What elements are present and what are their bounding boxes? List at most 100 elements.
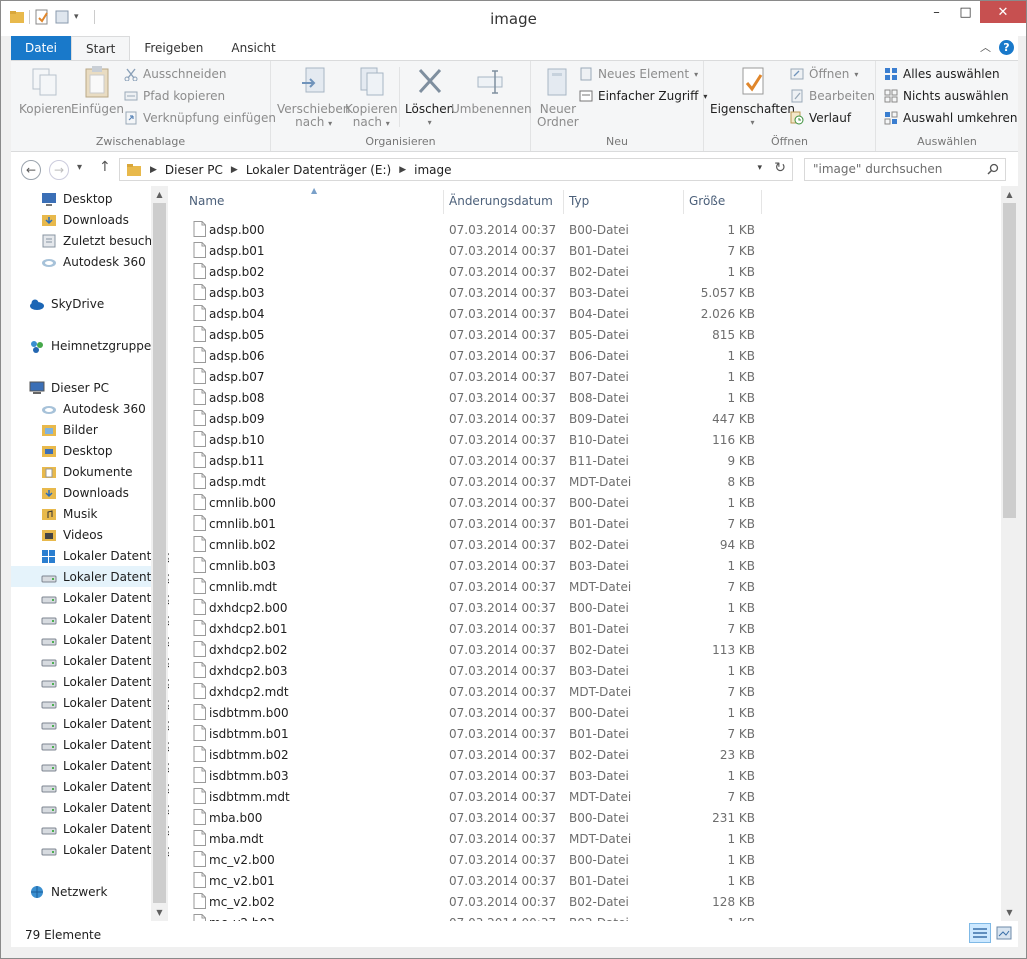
- nav-item-drive[interactable]: Lokaler Datenträger: [11, 671, 169, 692]
- file-row[interactable]: isdbtmm.b02 07.03.2014 00:37 B02-Datei 23 K…: [183, 744, 783, 765]
- forward-button[interactable]: →: [49, 160, 69, 180]
- file-row[interactable]: mc_v2.b01 07.03.2014 00:37 B01-Datei 1 KB: [183, 870, 783, 891]
- tab-ansicht[interactable]: Ansicht: [217, 36, 289, 60]
- nav-item-drive[interactable]: Lokaler Datenträger: [11, 713, 169, 734]
- file-row[interactable]: isdbtmm.mdt 07.03.2014 00:37 MDT-Datei 7 KB: [183, 786, 783, 807]
- file-row[interactable]: isdbtmm.b00 07.03.2014 00:37 B00-Datei 1 KB: [183, 702, 783, 723]
- file-row[interactable]: adsp.b08 07.03.2014 00:37 B08-Datei 1 KB: [183, 387, 783, 408]
- file-row[interactable]: adsp.b01 07.03.2014 00:37 B01-Datei 7 KB: [183, 240, 783, 261]
- file-row[interactable]: cmnlib.b03 07.03.2014 00:37 B03-Datei 1 KB: [183, 555, 783, 576]
- file-row[interactable]: cmnlib.b01 07.03.2014 00:37 B01-Datei 7 KB: [183, 513, 783, 534]
- nav-item-drive[interactable]: Lokaler Datenträger: [11, 734, 169, 755]
- copy-button[interactable]: Kopieren: [19, 65, 72, 116]
- chevron-right-icon[interactable]: ▶: [399, 165, 406, 175]
- file-row[interactable]: adsp.b11 07.03.2014 00:37 B11-Datei 9 KB: [183, 450, 783, 471]
- paste-shortcut-button[interactable]: Verknüpfung einfügen: [124, 111, 276, 125]
- nav-item-drive[interactable]: Lokaler Datenträger: [11, 797, 169, 818]
- address-bar[interactable]: ▶ Dieser PC ▶ Lokaler Datenträger (E:) ▶…: [119, 158, 793, 181]
- nav-item-this-pc[interactable]: Dieser PC: [11, 377, 151, 398]
- crumb-dieser-pc[interactable]: Dieser PC: [165, 163, 223, 177]
- file-row[interactable]: adsp.b07 07.03.2014 00:37 B07-Datei 1 KB: [183, 366, 783, 387]
- file-row[interactable]: adsp.b10 07.03.2014 00:37 B10-Datei 116 KB: [183, 429, 783, 450]
- easy-access-button[interactable]: Einfacher Zugriff ▾: [579, 89, 707, 103]
- file-row[interactable]: isdbtmm.b01 07.03.2014 00:37 B01-Datei 7 KB: [183, 723, 783, 744]
- file-row[interactable]: adsp.b00 07.03.2014 00:37 B00-Datei 1 KB: [183, 219, 783, 240]
- open-button[interactable]: Öffnen ▾: [790, 67, 858, 81]
- file-row[interactable]: dxhdcp2.b03 07.03.2014 00:37 B03-Datei 1 KB: [183, 660, 783, 681]
- file-row[interactable]: dxhdcp2.b02 07.03.2014 00:37 B02-Datei 113 …: [183, 639, 783, 660]
- new-item-button[interactable]: Neues Element ▾: [579, 67, 698, 81]
- nav-item-network[interactable]: Netzwerk: [11, 881, 151, 902]
- scroll-up-icon[interactable]: ▲: [1001, 186, 1018, 203]
- nav-item-drive[interactable]: Lokaler Datenträger: [11, 587, 169, 608]
- edit-button[interactable]: Bearbeiten: [790, 89, 875, 103]
- file-row[interactable]: adsp.b05 07.03.2014 00:37 B05-Datei 815 KB: [183, 324, 783, 345]
- file-row[interactable]: adsp.mdt 07.03.2014 00:37 MDT-Datei 8 KB: [183, 471, 783, 492]
- select-all-button[interactable]: Alles auswählen: [884, 67, 1000, 81]
- file-row[interactable]: mba.b00 07.03.2014 00:37 B00-Datei 231 KB: [183, 807, 783, 828]
- invert-selection-button[interactable]: Auswahl umkehren: [884, 111, 1017, 125]
- scroll-up-icon[interactable]: ▲: [151, 186, 168, 203]
- chevron-right-icon[interactable]: ▶: [150, 165, 157, 175]
- file-row[interactable]: mc_v2.b0307.03.2014 00:37B03-Datei1 KB: [183, 912, 783, 921]
- rename-button[interactable]: Umbenennen: [451, 65, 532, 116]
- nav-item-drive[interactable]: Lokaler Datenträger: [11, 839, 169, 860]
- column-header-type[interactable]: Typ: [569, 186, 683, 216]
- large-icons-view-button[interactable]: [993, 923, 1015, 943]
- minimize-button[interactable]: –: [922, 1, 951, 23]
- back-button[interactable]: ←: [21, 160, 41, 180]
- nav-item-downloads[interactable]: Downloads: [11, 209, 151, 230]
- nav-item-drive[interactable]: Lokaler Datenträger: [11, 566, 169, 587]
- tab-freigeben[interactable]: Freigeben: [130, 36, 217, 60]
- file-row[interactable]: dxhdcp2.b01 07.03.2014 00:37 B01-Datei 7 KB: [183, 618, 783, 639]
- nav-item-drive[interactable]: Lokaler Datenträger: [11, 776, 169, 797]
- ribbon-collapse-icon[interactable]: ︿: [980, 39, 991, 55]
- search-icon[interactable]: [987, 163, 999, 175]
- file-row[interactable]: dxhdcp2.b00 07.03.2014 00:37 B00-Datei 1 KB: [183, 597, 783, 618]
- file-row[interactable]: mba.mdt 07.03.2014 00:37 MDT-Datei 1 KB: [183, 828, 783, 849]
- nav-item-documents[interactable]: Dokumente: [11, 461, 151, 482]
- new-folder-button[interactable]: Neuer Ordner: [537, 65, 579, 129]
- navpane-scroll-thumb[interactable]: [153, 203, 166, 903]
- nav-item-homegroup[interactable]: Heimnetzgruppe: [11, 335, 151, 356]
- refresh-icon[interactable]: ↻: [774, 160, 786, 176]
- close-button[interactable]: ✕: [980, 1, 1026, 23]
- move-to-button[interactable]: Verschieben nach ▾: [277, 65, 350, 130]
- recent-locations-chevron-icon[interactable]: ▾: [77, 162, 82, 173]
- search-input[interactable]: "image" durchsuchen: [804, 158, 1006, 181]
- column-header-date[interactable]: Änderungsdatum: [449, 186, 563, 216]
- properties-button[interactable]: Eigenschaften ▾: [710, 65, 795, 129]
- column-header-size[interactable]: Größe: [689, 186, 761, 216]
- navpane-scrollbar[interactable]: ▲ ▼: [151, 186, 168, 921]
- copy-to-button[interactable]: Kopieren nach ▾: [345, 65, 398, 130]
- filelist-scroll-thumb[interactable]: [1003, 203, 1016, 518]
- nav-item-videos[interactable]: Videos: [11, 524, 151, 545]
- file-row[interactable]: adsp.b03 07.03.2014 00:37 B03-Datei 5.057 K…: [183, 282, 783, 303]
- nav-item-desktop-pc[interactable]: Desktop: [11, 440, 151, 461]
- file-row[interactable]: isdbtmm.b03 07.03.2014 00:37 B03-Datei 1 KB: [183, 765, 783, 786]
- nav-item-autodesk-fav[interactable]: Autodesk 360: [11, 251, 151, 272]
- file-row[interactable]: cmnlib.b02 07.03.2014 00:37 B02-Datei 94 KB: [183, 534, 783, 555]
- nav-item-recent[interactable]: Zuletzt besucht: [11, 230, 157, 251]
- file-row[interactable]: mc_v2.b00 07.03.2014 00:37 B00-Datei 1 KB: [183, 849, 783, 870]
- file-row[interactable]: cmnlib.b00 07.03.2014 00:37 B00-Datei 1 KB: [183, 492, 783, 513]
- file-row[interactable]: adsp.b06 07.03.2014 00:37 B06-Datei 1 KB: [183, 345, 783, 366]
- file-row[interactable]: adsp.b09 07.03.2014 00:37 B09-Datei 447 KB: [183, 408, 783, 429]
- nav-item-skydrive[interactable]: SkyDrive: [11, 293, 151, 314]
- column-header-name[interactable]: ▲ Name: [189, 186, 443, 216]
- nav-item-drive[interactable]: Lokaler Datenträger: [11, 545, 169, 566]
- tab-start[interactable]: Start: [71, 36, 131, 60]
- history-button[interactable]: Verlauf: [790, 111, 851, 125]
- nav-item-drive[interactable]: Lokaler Datenträger: [11, 608, 169, 629]
- nav-item-drive[interactable]: Lokaler Datenträger: [11, 692, 169, 713]
- nav-item-pictures[interactable]: Bilder: [11, 419, 151, 440]
- file-row[interactable]: adsp.b04 07.03.2014 00:37 B04-Datei 2.026 K…: [183, 303, 783, 324]
- cut-button[interactable]: Ausschneiden: [124, 67, 226, 81]
- details-view-button[interactable]: [969, 923, 991, 943]
- filelist-scrollbar[interactable]: ▲ ▼: [1001, 186, 1018, 921]
- nav-item-drive[interactable]: Lokaler Datenträger: [11, 650, 169, 671]
- up-arrow-icon[interactable]: ↑: [99, 159, 111, 175]
- file-row[interactable]: cmnlib.mdt 07.03.2014 00:37 MDT-Datei 7 KB: [183, 576, 783, 597]
- nav-item-music[interactable]: Musik: [11, 503, 151, 524]
- file-row[interactable]: adsp.b02 07.03.2014 00:37 B02-Datei 1 KB: [183, 261, 783, 282]
